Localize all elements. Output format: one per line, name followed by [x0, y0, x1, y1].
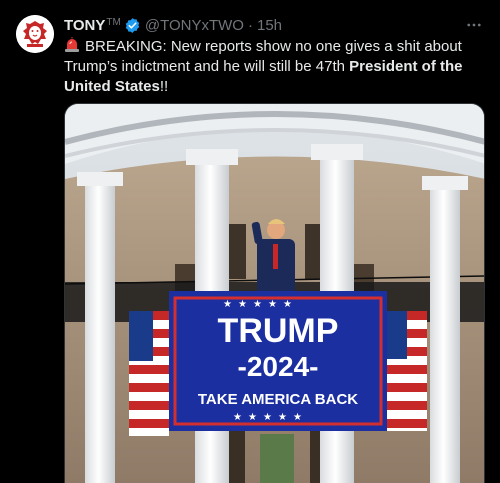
- trademark-label: TM: [106, 16, 121, 28]
- display-name[interactable]: TONY: [64, 17, 105, 34]
- more-options-button[interactable]: [464, 15, 484, 35]
- tweet-text-end: !!: [159, 78, 169, 95]
- separator-dot: ·: [247, 16, 253, 34]
- profile-avatar[interactable]: [16, 15, 54, 53]
- tweet-media-image[interactable]: ★ ★ ★ ★ ★ ★ ★ ★ ★ ★ TRUMP -2024- TAKE AM…: [64, 103, 485, 483]
- trump-banner: ★ ★ ★ ★ ★ ★ ★ ★ ★ ★ TRUMP -2024- TAKE AM…: [169, 291, 387, 431]
- svg-text:★: ★: [248, 412, 257, 423]
- banner-line-3: TAKE AMERICA BACK: [198, 391, 358, 408]
- svg-text:★: ★: [293, 412, 302, 423]
- svg-text:★: ★: [283, 299, 292, 310]
- svg-text:★: ★: [223, 299, 232, 310]
- siren-emoji-icon: [65, 37, 79, 52]
- svg-text:★: ★: [263, 412, 272, 423]
- tweet-header: TONY TM @TONYxTWO · 15h: [64, 15, 282, 35]
- tweet-card[interactable]: TONY TM @TONYxTWO · 15h BREAKING: New re…: [0, 0, 500, 483]
- banner-line-1: TRUMP: [218, 312, 339, 350]
- svg-text:★: ★: [253, 299, 262, 310]
- banner-line-2: -2024-: [238, 351, 319, 382]
- lion-logo-icon: [16, 15, 54, 53]
- svg-text:★: ★: [268, 299, 277, 310]
- user-handle[interactable]: @TONYxTWO: [145, 17, 244, 34]
- more-options-icon: [467, 23, 481, 27]
- verified-badge-icon[interactable]: [124, 17, 141, 34]
- post-time[interactable]: 15h: [257, 17, 282, 34]
- tweet-text: BREAKING: New reports show no one gives …: [64, 37, 479, 97]
- white-house-trump-banner-image: ★ ★ ★ ★ ★ ★ ★ ★ ★ ★ TRUMP -2024- TAKE AM…: [65, 104, 484, 483]
- svg-text:★: ★: [278, 412, 287, 423]
- svg-text:★: ★: [238, 299, 247, 310]
- svg-text:★: ★: [233, 412, 242, 423]
